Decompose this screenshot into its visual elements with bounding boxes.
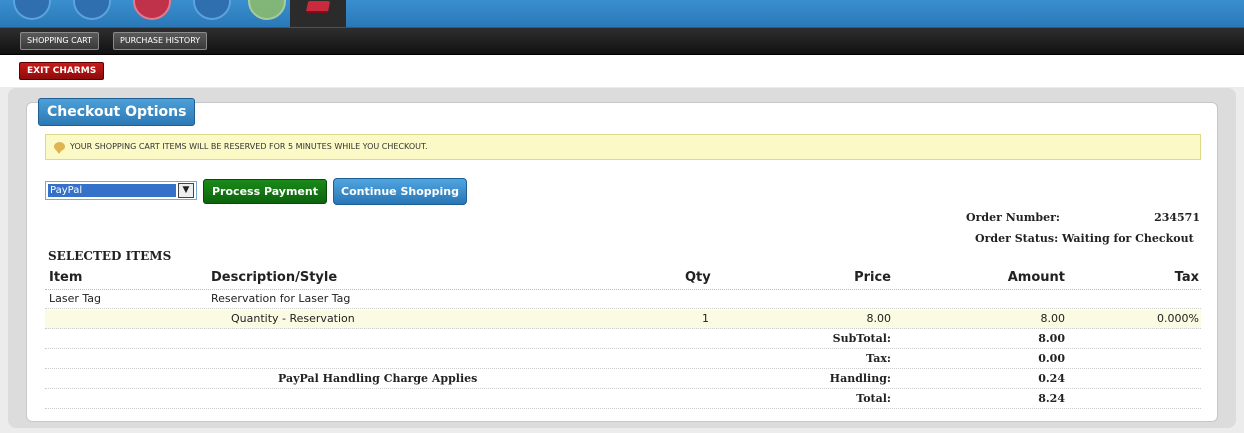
handling-note: PayPal Handling Charge Applies xyxy=(278,372,478,385)
header-amount: Amount xyxy=(1007,270,1065,285)
order-number-value: 234571 xyxy=(1154,211,1200,224)
cart-icon[interactable] xyxy=(73,0,111,20)
subtotal-value: 8.00 xyxy=(1038,332,1065,345)
order-status: Order Status: Waiting for Checkout xyxy=(975,232,1194,245)
tax-value: 0.00 xyxy=(1038,352,1065,365)
section-title: SELECTED ITEMS xyxy=(48,249,172,263)
tab-purchase-history[interactable]: PURCHASE HISTORY xyxy=(113,32,208,50)
total-row: Total: 8.24 xyxy=(45,390,1201,409)
row-amount: 8.00 xyxy=(1040,312,1066,325)
handling-row: PayPal Handling Charge Applies Handling:… xyxy=(45,370,1201,389)
continue-shopping-button[interactable]: Continue Shopping xyxy=(333,178,467,205)
mail-icon[interactable] xyxy=(193,0,231,20)
header-qty: Qty xyxy=(685,270,711,285)
row-description: Quantity - Reservation xyxy=(231,312,355,325)
header-item: Item xyxy=(49,270,83,285)
subtotal-label: SubTotal: xyxy=(832,332,891,345)
row-item: Laser Tag xyxy=(49,292,102,305)
notice-text: YOUR SHOPPING CART ITEMS WILL BE RESERVE… xyxy=(70,142,428,151)
table-row: Laser Tag Reservation for Laser Tag xyxy=(45,290,1201,309)
handling-value: 0.24 xyxy=(1038,372,1065,385)
handling-label: Handling: xyxy=(829,372,891,385)
payment-method-select[interactable]: PayPal ▼ xyxy=(45,181,197,200)
panel-title: Checkout Options xyxy=(38,98,196,126)
header-tax: Tax xyxy=(1174,270,1199,285)
total-value: 8.24 xyxy=(1038,392,1065,405)
exit-charms-button[interactable]: EXIT CHARMS xyxy=(19,62,105,80)
shopping-bag-tab[interactable] xyxy=(290,0,346,27)
tax-label: Tax: xyxy=(866,352,891,365)
subtotal-row: SubTotal: 8.00 xyxy=(45,330,1201,349)
tab-shopping-cart[interactable]: SHOPPING CART xyxy=(20,32,100,50)
reservation-notice: YOUR SHOPPING CART ITEMS WILL BE RESERVE… xyxy=(45,134,1201,160)
row-qty: 1 xyxy=(702,312,709,325)
process-payment-button[interactable]: Process Payment xyxy=(203,179,327,204)
chevron-down-icon[interactable]: ▼ xyxy=(178,183,194,198)
items-table-header: Item Description/Style Qty Price Amount … xyxy=(45,268,1201,290)
payment-method-value: PayPal xyxy=(48,184,176,197)
row-tax: 0.000% xyxy=(1157,312,1199,325)
secondary-nav: SHOPPING CART PURCHASE HISTORY xyxy=(0,28,1244,55)
row-description: Reservation for Laser Tag xyxy=(211,292,351,305)
app-toolbar xyxy=(0,0,1244,28)
row-price: 8.00 xyxy=(866,312,892,325)
table-row: Quantity - Reservation 1 8.00 8.00 0.000… xyxy=(45,310,1201,329)
order-number-label: Order Number: xyxy=(966,211,1060,224)
exit-bar xyxy=(0,55,1244,87)
header-price: Price xyxy=(854,270,891,285)
total-label: Total: xyxy=(856,392,891,405)
star-icon[interactable] xyxy=(248,0,286,20)
add-icon[interactable] xyxy=(133,0,171,20)
home-icon[interactable] xyxy=(13,0,51,20)
tax-row: Tax: 0.00 xyxy=(45,350,1201,369)
header-description: Description/Style xyxy=(211,270,338,285)
speech-bubble-icon xyxy=(54,142,65,154)
shopping-bag-icon xyxy=(305,1,331,13)
